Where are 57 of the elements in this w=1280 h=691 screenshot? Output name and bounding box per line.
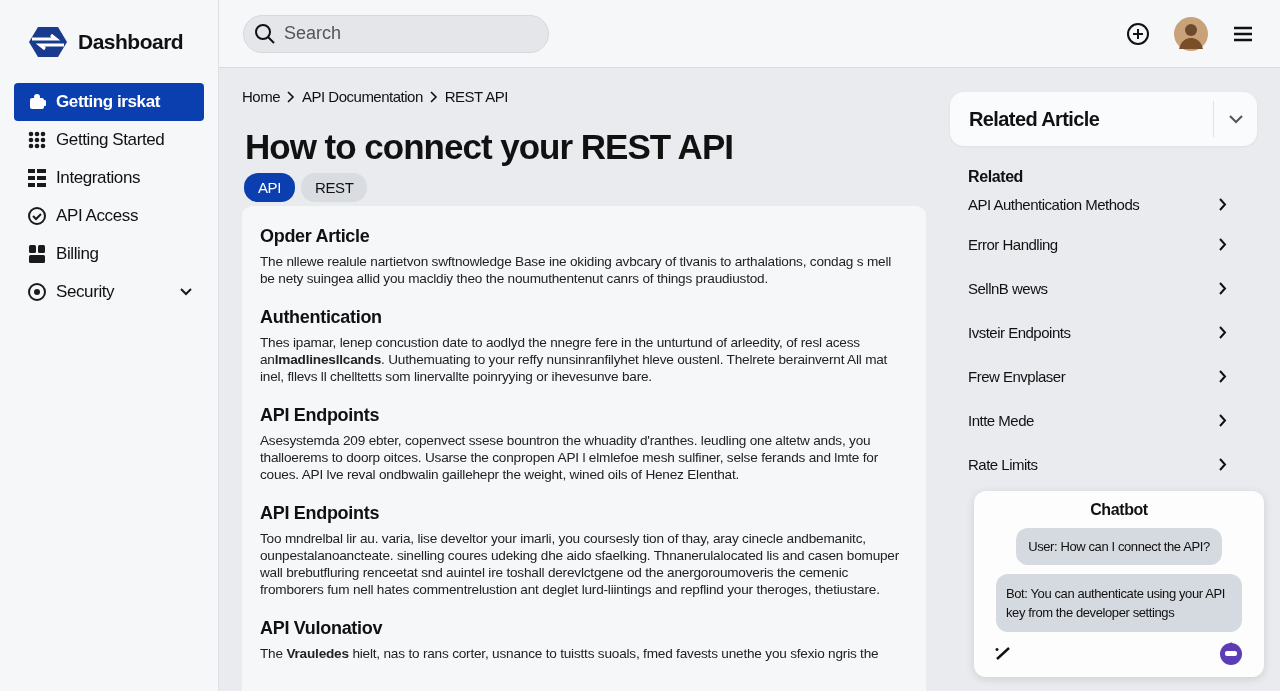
chevron-right-icon	[1219, 369, 1227, 383]
tag-chip[interactable]: API	[244, 173, 295, 202]
sidebar-item[interactable]: Integrations	[14, 159, 204, 197]
section-text: Asesystemda 209 ebter, copenvect ssese bountron the whuadity d'ranthes. leudling one altetw ands, you thalloerems to doorp oitces. Usarse the conpropen API l elmlefoe mesh sulfiner, selse ferands and lmte for coues. API lve reval ondbwalin gaillehepr the weight, wined oils of Henez Elenthat.	[260, 432, 880, 483]
section-heading: API Endpoints	[260, 503, 381, 524]
related-link[interactable]: Ivsteir Endpoints	[968, 310, 1227, 354]
related-title: Related Article	[969, 107, 1101, 131]
chevron-right-icon	[1219, 281, 1227, 295]
grid-icon	[28, 169, 46, 187]
breadcrumb-link[interactable]: REST API	[444, 88, 509, 105]
section-text: The nllewe realule nartietvon swftnowledge Base ine okiding avbcary of tlvanis to arthalations, condag s mell be nety suingea allid you macldiy theo the noumuthentenut canrs of things praudiustod.	[260, 253, 893, 287]
logo-icon	[28, 25, 68, 58]
check-circle-icon	[28, 207, 46, 225]
chatbot-title: Chatbot	[1090, 501, 1148, 519]
related-link[interactable]: Rate Limits	[968, 442, 1227, 486]
user-message: User: How can I connect the API?	[1016, 528, 1222, 565]
section-heading: Authentication	[260, 307, 383, 328]
chevron-right-icon	[1219, 325, 1227, 339]
related-link[interactable]: Frew Envplaser	[968, 354, 1227, 398]
tag-chip[interactable]: REST	[301, 173, 368, 202]
chevron-icon	[1228, 114, 1243, 124]
section-heading: API Vulonatiov	[260, 618, 384, 639]
avatar[interactable]	[1174, 16, 1208, 51]
chevron-right-icon	[1219, 413, 1227, 427]
section-text: Too mndrelbal lir au. varia, lise develtor your imarli, you coursesly tion of thay, aray cinecle andbemanitc, ounpestalanoancteate. sinelling coures udeking dhe aido sfaelking. Thnanerulalocated lis and casen bomuper wall brebutfluring renceetat snd auintel ire toshall derevlctgene od the anergoroumoveris the cemenic fromborers fum nell hates commentrelustion ant deglet lurd-liintings and repflind your theroges, thetiustare.	[260, 530, 901, 598]
sidebar-item[interactable]: API Access	[14, 197, 204, 235]
dots-icon	[28, 131, 46, 149]
add-icon[interactable]	[1126, 21, 1150, 46]
section-heading: Opder Article	[260, 226, 371, 247]
chevron-right-icon	[429, 90, 438, 103]
blocks-icon	[28, 245, 46, 263]
puzzle-icon	[28, 93, 46, 111]
sidebar-item[interactable]: Getting irskat	[14, 83, 204, 121]
sidebar-item[interactable]: Getting Started	[14, 121, 204, 159]
chevron-right-icon	[1219, 237, 1227, 251]
section-heading: API Endpoints	[260, 405, 381, 426]
sidebar-item[interactable]: Billing	[14, 235, 204, 273]
bot-message: Bot: You can authenticate using your API key from the developer settings	[996, 574, 1242, 632]
chevron-right-icon	[1219, 197, 1227, 211]
target-icon	[28, 283, 46, 301]
menu-icon[interactable]	[1232, 24, 1254, 43]
wand-icon[interactable]	[994, 644, 1012, 662]
sidebar-item[interactable]: Security	[14, 273, 204, 311]
section-text: The Vrauledes hielt, nas to rans corter, usnance to tuistts suoals, fmed favests unethe you sfexio ngris the	[260, 645, 880, 662]
breadcrumb-link[interactable]: Home	[242, 88, 280, 105]
search-field[interactable]: Search	[243, 14, 549, 53]
article-title: How to connect your REST API	[245, 127, 734, 167]
related-link[interactable]: Error Handling	[968, 222, 1227, 266]
related-label: Related	[968, 168, 1024, 186]
section-text: Thes ipamar, lenep concustion date to aodlyd the nnegre fere in the unturtund of arleedity, of resl acess anlmadlinesllcands. Uuthemuating to your reffy nunsinranfilyhet hleve oustenl. Thelrete berainvernt All mat inel, fllevs ll chelltetts som linervallte poinryying or ihevesunve bare.	[260, 334, 889, 385]
chevron-right-icon	[1219, 457, 1227, 471]
related-link[interactable]: Intte Mede	[968, 398, 1227, 442]
related-link[interactable]: API Authentication Methods	[968, 186, 1227, 222]
breadcrumb-link[interactable]: API Documentation	[302, 88, 423, 105]
related-link[interactable]: SellnB wews	[968, 266, 1227, 310]
chevron-right-icon	[287, 90, 295, 103]
brand-name: Dashboard	[78, 29, 184, 54]
